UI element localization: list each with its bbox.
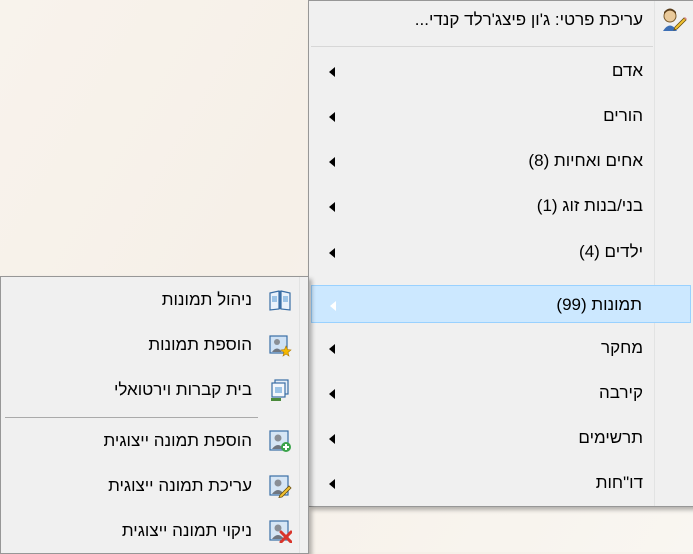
submenu-item-manage-photos[interactable]: ניהול תמונות	[1, 281, 308, 319]
menu-item-reports[interactable]: דו"חות	[309, 464, 693, 502]
menu-separator	[311, 46, 653, 47]
submenu-item-add-photos[interactable]: הוספת תמונות	[1, 326, 308, 364]
menu-item-label: אחים ואחיות (8)	[528, 151, 643, 170]
submenu-arrow-icon	[329, 344, 335, 354]
menu-item-label: הוספת תמונות	[148, 335, 252, 354]
menu-item-relationship[interactable]: קירבה	[309, 374, 693, 412]
menu-item-person[interactable]: אדם	[309, 52, 693, 90]
menu-item-label: ניהול תמונות	[161, 290, 252, 309]
menu-item-photos[interactable]: תמונות (99)	[311, 285, 691, 323]
menu-item-edit-person[interactable]: עריכת פרטי: ג'ון פיצג'רלד קנדי...	[309, 1, 693, 39]
submenu-arrow-icon	[329, 67, 335, 77]
submenu-arrow-icon	[329, 248, 335, 258]
submenu-item-virtual-cemetery[interactable]: בית קברות וירטואלי	[1, 371, 308, 409]
submenu-item-edit-portrait[interactable]: עריכת תמונה ייצוגית	[1, 467, 308, 505]
menu-item-siblings[interactable]: אחים ואחיות (8)	[309, 142, 693, 180]
submenu-arrow-icon	[329, 202, 335, 212]
person-context-menu: עריכת פרטי: ג'ון פיצג'רלד קנדי... אדם הו…	[308, 0, 693, 507]
menu-item-label: אדם	[611, 61, 643, 80]
edit-portrait-icon	[261, 467, 299, 505]
add-photos-icon	[261, 326, 299, 364]
menu-item-parents[interactable]: הורים	[309, 97, 693, 135]
menu-item-children[interactable]: ילדים (4)	[309, 233, 693, 271]
menu-item-label: ניקוי תמונה ייצוגית	[121, 521, 252, 540]
submenu-arrow-icon	[330, 301, 336, 311]
menu-item-charts[interactable]: תרשימים	[309, 419, 693, 457]
menu-item-label: ילדים (4)	[579, 242, 643, 261]
person-edit-icon	[655, 1, 693, 39]
menu-separator	[5, 417, 258, 418]
menu-item-label: עריכת פרטי: ג'ון פיצג'רלד קנדי...	[414, 10, 643, 29]
menu-item-label: הוספת תמונה ייצוגית	[103, 431, 252, 450]
menu-item-label: בית קברות וירטואלי	[113, 380, 252, 399]
menu-item-label: תמונות (99)	[556, 295, 642, 314]
menu-item-label: מחקר	[601, 338, 643, 357]
menu-item-label: עריכת תמונה ייצוגית	[108, 476, 252, 495]
menu-item-label: בני/בנות זוג (1)	[536, 196, 643, 215]
clear-portrait-icon	[261, 512, 299, 550]
menu-item-label: דו"חות	[595, 473, 643, 492]
menu-item-research[interactable]: מחקר	[309, 329, 693, 367]
add-portrait-icon	[261, 422, 299, 460]
photo-album-icon	[261, 281, 299, 319]
menu-item-spouses[interactable]: בני/בנות זוג (1)	[309, 187, 693, 225]
submenu-arrow-icon	[329, 112, 335, 122]
menu-item-label: תרשימים	[578, 428, 643, 447]
submenu-arrow-icon	[329, 434, 335, 444]
submenu-arrow-icon	[329, 157, 335, 167]
submenu-arrow-icon	[329, 479, 335, 489]
photos-submenu: ניהול תמונות הוספת תמונות בית קברות וירט…	[0, 276, 309, 554]
submenu-arrow-icon	[329, 389, 335, 399]
menu-item-label: קירבה	[599, 383, 643, 402]
submenu-item-add-portrait[interactable]: הוספת תמונה ייצוגית	[1, 422, 308, 460]
virtual-cemetery-icon	[261, 371, 299, 409]
menu-item-label: הורים	[603, 106, 643, 125]
submenu-item-clear-portrait[interactable]: ניקוי תמונה ייצוגית	[1, 512, 308, 550]
